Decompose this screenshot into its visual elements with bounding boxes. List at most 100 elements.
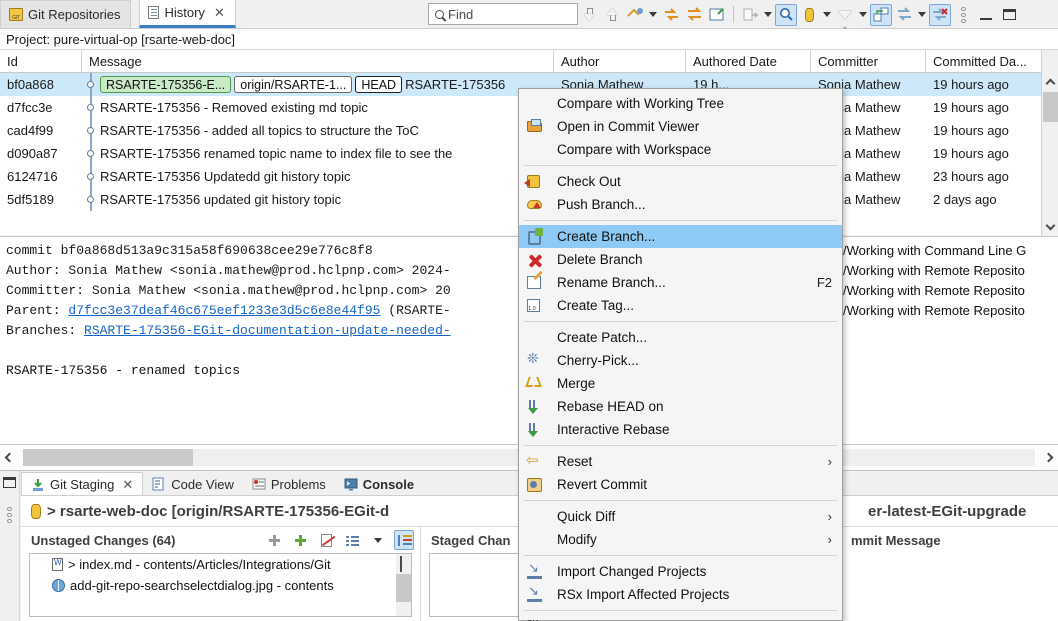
- menu-item-compare-with-workspace[interactable]: Compare with Workspace: [519, 138, 842, 161]
- tab-code-view[interactable]: Code View: [143, 472, 243, 496]
- menu-item-push-branch[interactable]: Push Branch...: [519, 193, 842, 216]
- menu-item-copy-commit-id[interactable]: SHA1 Copy Commit Id Ctrl+C: [519, 615, 842, 621]
- git-repo-icon: [9, 8, 23, 21]
- view-menu-icon[interactable]: [952, 4, 974, 26]
- collapse-all-icon[interactable]: [578, 4, 600, 26]
- filter-icon[interactable]: [834, 4, 856, 32]
- scroll-up-icon[interactable]: [1042, 73, 1058, 90]
- menu-item-interactive-rebase[interactable]: Interactive Rebase: [519, 418, 842, 441]
- menu-item-import-changed-projects[interactable]: Import Changed Projects: [519, 560, 842, 583]
- expand-all-icon[interactable]: [601, 4, 623, 26]
- ref-badge-local-branch[interactable]: RSARTE-175356-E...: [100, 76, 232, 93]
- image-file-icon: [52, 579, 65, 592]
- search-toggle-icon[interactable]: [775, 3, 797, 26]
- ref-badge-remote-branch[interactable]: origin/RSARTE-1...: [234, 76, 353, 93]
- tab-console[interactable]: Console: [335, 472, 423, 496]
- stage-all-icon[interactable]: [290, 530, 310, 550]
- view-dropdown-icon[interactable]: [368, 530, 388, 550]
- refresh-icon[interactable]: [660, 4, 682, 26]
- menu-item-rebase-head-on[interactable]: Rebase HEAD on: [519, 395, 842, 418]
- scroll-down-icon[interactable]: [1042, 218, 1058, 235]
- menu-item-label: Merge: [557, 376, 596, 391]
- compare-mode-dropdown-icon[interactable]: [647, 4, 659, 26]
- column-header-committed-date[interactable]: Committed Da...: [926, 50, 1039, 72]
- scroll-up-icon[interactable]: [400, 556, 402, 572]
- list-vertical-scrollbar[interactable]: [396, 554, 411, 616]
- list-item[interactable]: > index.md - contents/Articles/Integrati…: [30, 554, 411, 575]
- history-vertical-scrollbar[interactable]: [1041, 50, 1058, 235]
- menu-item-create-branch[interactable]: Create Branch...: [519, 225, 842, 248]
- filter-dropdown-icon[interactable]: [857, 4, 869, 26]
- column-header-authored-date[interactable]: Authored Date: [686, 50, 811, 72]
- menu-item-rename-branch[interactable]: Rename Branch... F2: [519, 271, 842, 294]
- ignore-icon[interactable]: [316, 530, 336, 550]
- scroll-thumb[interactable]: [23, 449, 193, 466]
- parent-commit-link[interactable]: d7fcc3e37deaf46c675eef1233e3d5c6e8e44f95: [68, 303, 380, 318]
- menu-item-create-tag[interactable]: Create Tag...: [519, 294, 842, 317]
- minimize-icon[interactable]: [975, 4, 997, 26]
- menu-item-check-out[interactable]: Check Out: [519, 170, 842, 193]
- tab-git-repositories[interactable]: Git Repositories: [0, 0, 132, 28]
- cell-id: d090a87: [7, 146, 58, 161]
- list-item[interactable]: /Working with Remote Reposito: [841, 261, 1058, 281]
- close-icon[interactable]: ✕: [122, 477, 133, 493]
- maximize-icon[interactable]: [998, 4, 1020, 26]
- link-with-editor-icon[interactable]: [706, 4, 728, 26]
- menu-item-rsx-import-affected-projects[interactable]: RSx Import Affected Projects: [519, 583, 842, 606]
- list-item[interactable]: /Working with Remote Reposito: [841, 301, 1058, 321]
- show-relative-dates-icon[interactable]: [870, 3, 892, 26]
- eclipse-window: Git Repositories History ✕ Find: [0, 0, 1058, 621]
- sort-icon[interactable]: [394, 530, 414, 550]
- tab-git-staging[interactable]: Git Staging ✕: [21, 472, 144, 496]
- search-input[interactable]: Find: [428, 3, 578, 25]
- column-header-committer[interactable]: Committer: [811, 50, 926, 72]
- menu-separator: [524, 555, 837, 556]
- reset-icon: [526, 451, 544, 470]
- scroll-left-icon[interactable]: [4, 452, 15, 463]
- view-menu-icon[interactable]: [7, 507, 12, 523]
- menu-item-quick-diff[interactable]: Quick Diff ›: [519, 505, 842, 528]
- branches-dropdown-icon[interactable]: [821, 4, 833, 26]
- menu-item-delete-branch[interactable]: Delete Branch: [519, 248, 842, 271]
- cell-message-text: RSARTE-175356 - Removed existing md topi…: [100, 100, 368, 115]
- open-commit-viewer-icon: [527, 118, 544, 135]
- menu-item-cherry-pick[interactable]: Cherry-Pick...: [519, 349, 842, 372]
- menu-item-label: Delete Branch: [557, 252, 643, 267]
- list-item[interactable]: /Working with Remote Reposito: [841, 281, 1058, 301]
- list-view-icon[interactable]: [342, 530, 362, 550]
- restore-icon[interactable]: [3, 477, 16, 488]
- scroll-right-icon[interactable]: [1043, 452, 1054, 463]
- show-notes-icon[interactable]: [893, 4, 915, 26]
- menu-item-merge[interactable]: Merge: [519, 372, 842, 395]
- menu-item-revert-commit[interactable]: Revert Commit: [519, 473, 842, 496]
- unstaged-changes-list[interactable]: > index.md - contents/Articles/Integrati…: [29, 553, 412, 617]
- menu-item-modify[interactable]: Modify ›: [519, 528, 842, 551]
- commit-context-menu[interactable]: Compare with Working Tree Open in Commit…: [518, 88, 843, 621]
- menu-item-label: Create Patch...: [557, 330, 648, 345]
- select-revision-icon[interactable]: [739, 4, 761, 26]
- tab-problems[interactable]: Problems: [243, 472, 335, 496]
- show-all-branches-icon[interactable]: [798, 4, 820, 26]
- column-header-author[interactable]: Author: [554, 50, 686, 72]
- scroll-thumb[interactable]: [1043, 92, 1058, 122]
- compare-mode-icon[interactable]: [624, 4, 646, 26]
- tab-history[interactable]: History ✕: [139, 0, 236, 28]
- branch-link[interactable]: RSARTE-175356-EGit-documentation-update-…: [84, 323, 451, 338]
- cell-message: RSARTE-175356 - Removed existing md topi…: [82, 96, 554, 119]
- menu-item-open-in-commit-viewer[interactable]: Open in Commit Viewer: [519, 115, 842, 138]
- menu-item-reset[interactable]: Reset ›: [519, 450, 842, 473]
- menu-item-compare-with-working-tree[interactable]: Compare with Working Tree: [519, 92, 842, 115]
- select-revision-dropdown-icon[interactable]: [762, 4, 774, 26]
- menu-item-create-patch[interactable]: Create Patch...: [519, 326, 842, 349]
- notes-dropdown-icon[interactable]: [916, 4, 928, 26]
- list-item[interactable]: add-git-repo-searchselectdialog.jpg - co…: [30, 575, 411, 596]
- column-header-id[interactable]: Id: [0, 50, 82, 72]
- scroll-thumb[interactable]: [396, 574, 411, 602]
- stage-icon[interactable]: [264, 530, 284, 550]
- ref-badge-head[interactable]: HEAD: [355, 76, 403, 93]
- column-header-message[interactable]: Message: [82, 50, 554, 72]
- list-item[interactable]: /Working with Command Line G: [841, 241, 1058, 261]
- close-icon[interactable]: ✕: [214, 5, 225, 21]
- switch-repository-icon[interactable]: [683, 4, 705, 26]
- clear-filters-icon[interactable]: [929, 3, 951, 26]
